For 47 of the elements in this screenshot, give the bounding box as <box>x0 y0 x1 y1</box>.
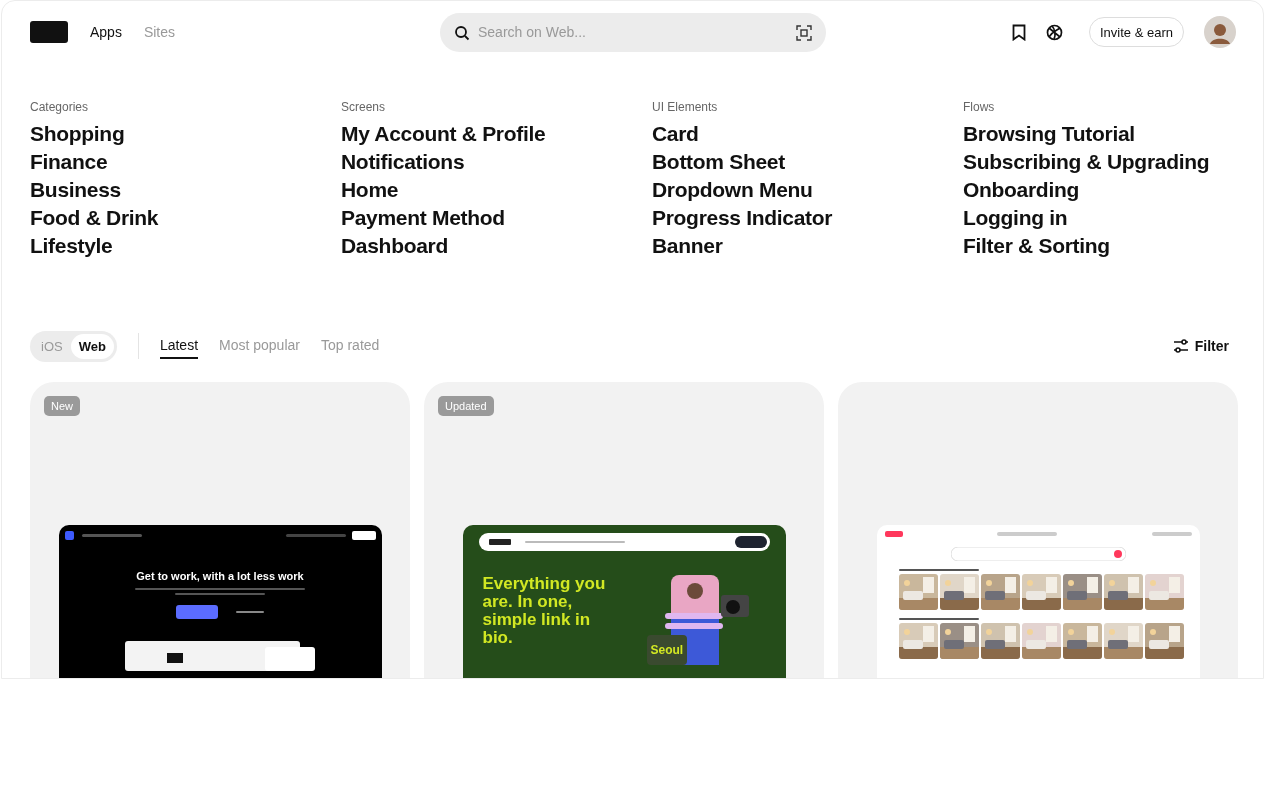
directory-link[interactable]: Banner <box>652 232 963 260</box>
section-heading: Flows <box>963 100 996 114</box>
directory-link[interactable]: Progress Indicator <box>652 204 963 232</box>
directory-link[interactable]: Logging in <box>963 204 1263 232</box>
directory-link[interactable]: Business <box>30 176 341 204</box>
scan-icon[interactable] <box>796 24 812 41</box>
directory-link[interactable]: Dashboard <box>341 232 652 260</box>
button-shape <box>734 536 767 548</box>
directory-link[interactable]: Bottom Sheet <box>652 148 963 176</box>
section-heading: Categories <box>30 100 90 114</box>
button-shape <box>351 531 376 540</box>
directory-link[interactable]: My Account & Profile <box>341 120 652 148</box>
globe-icon[interactable] <box>1046 23 1063 41</box>
directory-link[interactable]: Shopping <box>30 120 341 148</box>
status-badge: Updated <box>438 396 494 416</box>
section-heading: UI Elements <box>652 100 719 114</box>
directory-link[interactable]: Home <box>341 176 652 204</box>
directory-link[interactable]: Subscribing & Upgrading <box>963 148 1263 176</box>
status-badge: New <box>44 396 80 416</box>
directory-link[interactable]: Food & Drink <box>30 204 341 232</box>
directory-link[interactable]: Dropdown Menu <box>652 176 963 204</box>
directory-link[interactable]: Onboarding <box>963 176 1263 204</box>
avatar[interactable] <box>1204 16 1236 48</box>
hero-headline: Everything you are. In one, simple link in bio. <box>482 575 607 647</box>
nav-tab[interactable]: Apps <box>90 24 122 40</box>
search-field[interactable]: Search on Web... <box>440 12 826 52</box>
signup-shape <box>176 605 218 619</box>
sort-tab[interactable]: Latest <box>159 333 199 359</box>
filter-icon <box>1172 339 1189 353</box>
directory-link[interactable]: Filter & Sorting <box>963 232 1263 260</box>
directory-link[interactable]: Notifications <box>341 148 652 176</box>
invite-button[interactable]: Invite & earn <box>1089 17 1184 47</box>
section-heading: Screens <box>341 100 387 114</box>
directory-link[interactable]: Browsing Tutorial <box>963 120 1263 148</box>
search-icon <box>454 24 470 41</box>
app-card[interactable] <box>838 382 1238 678</box>
app-card[interactable]: New Get to work, with a lot less work <box>30 382 410 678</box>
directory-link[interactable]: Card <box>652 120 963 148</box>
bookmark-icon[interactable] <box>1012 23 1026 41</box>
hero-headline: Get to work, with a lot less work <box>135 570 305 582</box>
app-card[interactable]: Updated Everything you are. In one, simple link in bio. Seoul <box>424 382 824 678</box>
directory-link[interactable]: Finance <box>30 148 341 176</box>
platform-option[interactable]: Web <box>70 333 114 359</box>
directory-link[interactable]: Payment Method <box>341 204 652 232</box>
tag-card: Seoul <box>646 635 688 665</box>
filter-button[interactable]: Filter <box>1166 337 1235 355</box>
directory-link[interactable]: Lifestyle <box>30 232 341 260</box>
